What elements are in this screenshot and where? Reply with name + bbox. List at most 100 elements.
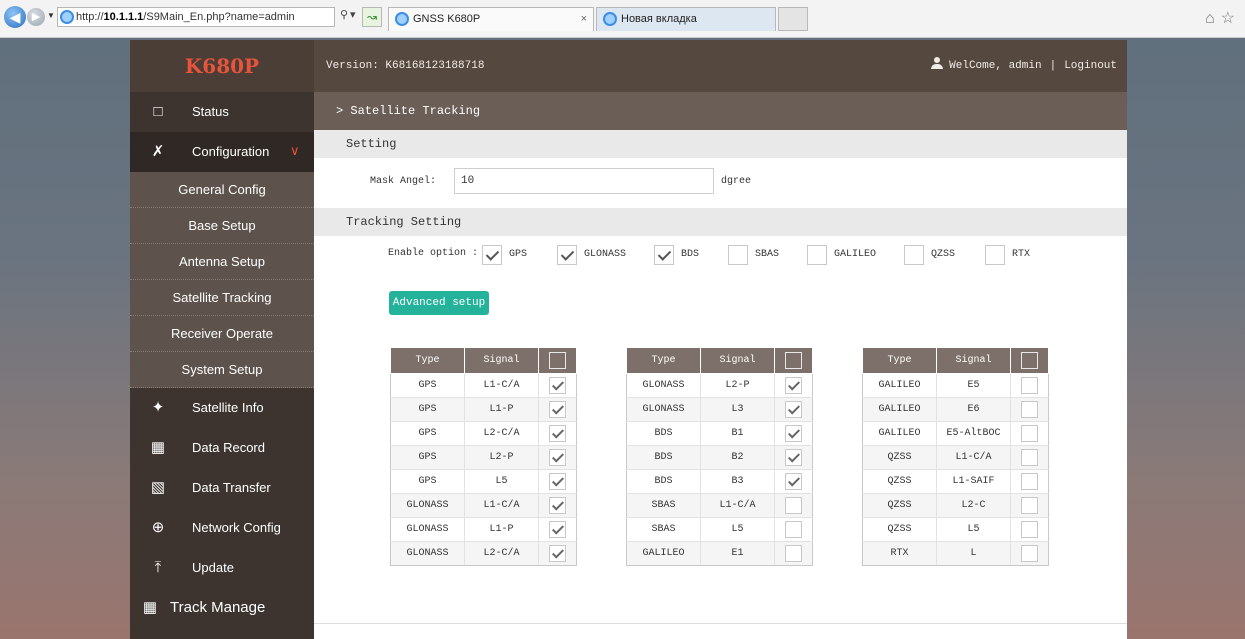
cell-checkbox: [538, 493, 577, 518]
cell-type: GLONASS: [390, 493, 465, 518]
cell-signal: L5: [464, 469, 539, 494]
cell-signal: L2-P: [464, 445, 539, 470]
checkbox[interactable]: [557, 245, 577, 265]
signal-checkbox[interactable]: [1021, 401, 1038, 418]
table-row: SBAS L1-C/A: [626, 493, 813, 518]
checkbox[interactable]: [654, 245, 674, 265]
select-all-checkbox[interactable]: [549, 352, 566, 369]
signal-checkbox[interactable]: [1021, 545, 1038, 562]
signal-checkbox[interactable]: [549, 377, 566, 394]
cell-signal: L5: [700, 517, 775, 542]
signal-checkbox[interactable]: [1021, 449, 1038, 466]
signal-table: Type Signal GPS L1-C/A GPS L1-P GPS L2-C/A GPS L2…: [390, 347, 577, 566]
table-row: BDS B1: [626, 421, 813, 446]
advanced-setup-button[interactable]: Advanced setup: [389, 291, 489, 315]
signal-checkbox[interactable]: [785, 449, 802, 466]
welcome-text: WelCome, admin: [949, 60, 1042, 72]
table-row: QZSS L1-SAIF: [862, 469, 1049, 494]
mask-angle-row: Mask Angel: 10 dgree: [314, 158, 1127, 208]
sidebar-subitem-antenna-setup[interactable]: Antenna Setup: [130, 244, 314, 280]
sidebar-item-label: Data Transfer: [192, 480, 271, 495]
sidebar-item-satellite-info[interactable]: ✦ Satellite Info: [130, 388, 314, 428]
signal-checkbox[interactable]: [785, 401, 802, 418]
cell-checkbox: [774, 517, 813, 542]
signal-checkbox[interactable]: [1021, 425, 1038, 442]
sidebar-item-label: Data Record: [192, 440, 265, 455]
sidebar-item-data-transfer[interactable]: ▧ Data Transfer: [130, 468, 314, 508]
signal-checkbox[interactable]: [785, 377, 802, 394]
signal-checkbox[interactable]: [1021, 473, 1038, 490]
signal-checkbox[interactable]: [549, 401, 566, 418]
sidebar-subitem-satellite-tracking[interactable]: Satellite Tracking: [130, 280, 314, 316]
sidebar-item-network-config[interactable]: ⊕ Network Config: [130, 508, 314, 548]
checkbox[interactable]: [482, 245, 502, 265]
signal-checkbox[interactable]: [785, 545, 802, 562]
close-tab-icon[interactable]: ×: [581, 8, 587, 30]
signal-checkbox[interactable]: [1021, 377, 1038, 394]
signal-checkbox[interactable]: [785, 425, 802, 442]
signal-checkbox[interactable]: [549, 449, 566, 466]
compatibility-view-icon[interactable]: ↝: [362, 7, 382, 27]
sidebar-item-status[interactable]: □ Status: [130, 92, 314, 132]
table-row: GLONASS L2-P: [626, 373, 813, 398]
forward-icon[interactable]: ▶: [27, 8, 45, 26]
sidebar-subitem-receiver-operate[interactable]: Receiver Operate: [130, 316, 314, 352]
select-all-checkbox[interactable]: [785, 352, 802, 369]
sidebar-item-configuration[interactable]: ✗ Configuration ∨: [130, 132, 314, 172]
cell-checkbox: [538, 469, 577, 494]
option-label: QZSS: [931, 249, 956, 260]
sidebar-item-data-record[interactable]: ▦ Data Record: [130, 428, 314, 468]
tab-ie-icon: [603, 12, 617, 26]
cell-type: GALILEO: [626, 541, 701, 566]
signal-checkbox[interactable]: [785, 473, 802, 490]
signal-checkbox[interactable]: [785, 497, 802, 514]
checkbox[interactable]: [904, 245, 924, 265]
tab-new[interactable]: Новая вкладка: [596, 7, 776, 31]
checkbox[interactable]: [807, 245, 827, 265]
new-tab-button[interactable]: [778, 7, 808, 31]
select-all-cell: [1010, 347, 1049, 374]
signal-checkbox[interactable]: [1021, 521, 1038, 538]
back-icon[interactable]: ◀: [4, 6, 26, 28]
sidebar: □ Status ✗ Configuration ∨ General Confi…: [130, 92, 314, 639]
signal-checkbox[interactable]: [549, 425, 566, 442]
sidebar-item-track-manage[interactable]: ▦ Track Manage: [130, 588, 314, 628]
cell-checkbox: [538, 421, 577, 446]
table-header-row: Type Signal: [390, 347, 577, 374]
sidebar-subitem-base-setup[interactable]: Base Setup: [130, 208, 314, 244]
address-bar[interactable]: http://10.1.1.1/S9Main_En.php?name=admin: [57, 7, 335, 27]
signal-table: Type Signal GLONASS L2-P GLONASS L3 BDS B1 BDS B2…: [626, 347, 813, 566]
column-header-type: Type: [390, 347, 465, 374]
table-row: GALILEO E5-AltBOC: [862, 421, 1049, 446]
upload-icon: ⤒: [154, 559, 162, 576]
signal-checkbox[interactable]: [549, 497, 566, 514]
checkbox[interactable]: [985, 245, 1005, 265]
sidebar-item-update[interactable]: ⤒ Update: [130, 548, 314, 588]
cell-signal: L: [936, 541, 1011, 566]
signal-checkbox[interactable]: [1021, 497, 1038, 514]
option-label: GLONASS: [584, 249, 627, 260]
sidebar-subitem-general-config[interactable]: General Config: [130, 172, 314, 208]
cell-type: GPS: [390, 469, 465, 494]
history-dropdown-icon[interactable]: ▼: [47, 11, 55, 20]
signal-checkbox[interactable]: [549, 545, 566, 562]
search-dropdown-icon[interactable]: ⚲▾: [340, 8, 358, 21]
sidebar-subitem-system-setup[interactable]: System Setup: [130, 352, 314, 388]
table-row: RTX L: [862, 541, 1049, 566]
home-icon[interactable]: ⌂: [1205, 10, 1221, 27]
divider: [314, 623, 1127, 624]
logout-link[interactable]: Loginout: [1064, 60, 1117, 72]
cell-type: BDS: [626, 445, 701, 470]
signal-checkbox[interactable]: [785, 521, 802, 538]
checkbox[interactable]: [728, 245, 748, 265]
favorites-star-icon[interactable]: ☆: [1221, 10, 1241, 27]
select-all-checkbox[interactable]: [1021, 352, 1038, 369]
signal-checkbox[interactable]: [549, 521, 566, 538]
mask-angle-input[interactable]: 10: [454, 168, 714, 194]
cell-signal: L1-C/A: [464, 373, 539, 398]
cell-checkbox: [1010, 469, 1049, 494]
cell-checkbox: [774, 421, 813, 446]
signal-checkbox[interactable]: [549, 473, 566, 490]
option-label: RTX: [1012, 249, 1031, 260]
tab-gnss[interactable]: GNSS K680P ×: [388, 7, 594, 31]
